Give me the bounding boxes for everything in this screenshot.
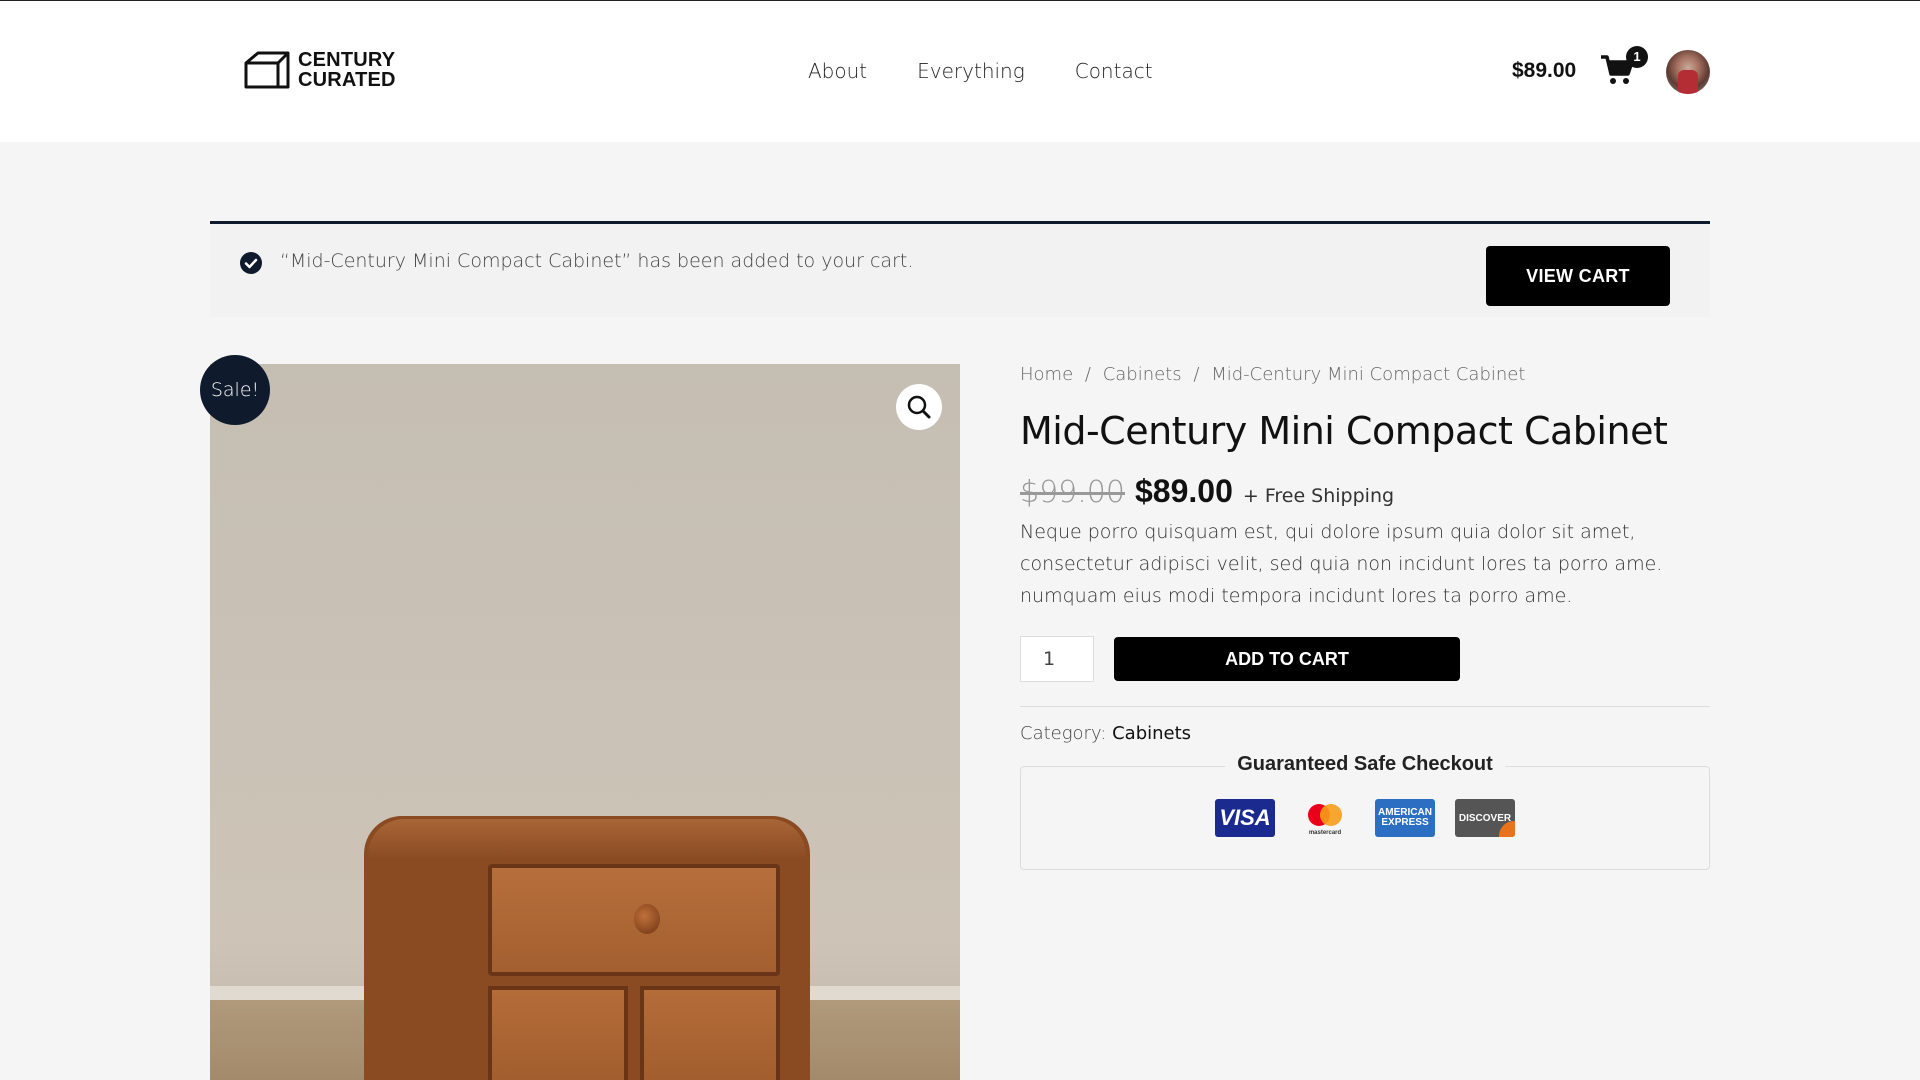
logo-line-1: CENTURY (298, 49, 396, 71)
mastercard-icon: mastercard (1295, 799, 1355, 837)
add-to-cart-form: ADD TO CART (1020, 636, 1710, 682)
safe-checkout-title: Guaranteed Safe Checkout (1225, 753, 1505, 776)
sale-price: $89.00 (1134, 473, 1233, 509)
nav-contact[interactable]: Contact (1075, 59, 1153, 83)
breadcrumb-separator: / (1084, 364, 1091, 385)
price-row: $99.00 $89.00 + Free Shipping (1020, 473, 1710, 510)
divider (1020, 706, 1710, 707)
product-gallery[interactable] (210, 364, 960, 1080)
user-avatar[interactable] (1666, 50, 1710, 94)
amex-icon: AMERICAN EXPRESS (1375, 799, 1435, 837)
product-summary: Home / Cabinets / Mid-Century Mini Compa… (1020, 364, 1710, 870)
breadcrumb-cabinets[interactable]: Cabinets (1103, 364, 1182, 385)
breadcrumb: Home / Cabinets / Mid-Century Mini Compa… (1020, 364, 1710, 385)
product-category: Category: Cabinets (1020, 723, 1710, 744)
breadcrumb-separator: / (1193, 364, 1200, 385)
visa-icon: VISA (1215, 799, 1275, 837)
cart-total[interactable]: $89.00 (1512, 59, 1576, 83)
category-link[interactable]: Cabinets (1112, 723, 1191, 744)
cabinet-door-right (640, 986, 780, 1080)
cart-count-badge: 1 (1626, 46, 1648, 68)
discover-icon: DISCOVER (1455, 799, 1515, 837)
added-to-cart-notice: “Mid-Century Mini Compact Cabinet” has b… (210, 221, 1710, 317)
product-description: Neque porro quisquam est, qui dolore ips… (1020, 521, 1663, 607)
logo-text: CENTURY CURATED (298, 50, 396, 90)
box-logo-icon (244, 51, 290, 89)
notice-message: “Mid-Century Mini Compact Cabinet” has b… (280, 250, 914, 272)
breadcrumb-current: Mid-Century Mini Compact Cabinet (1211, 364, 1526, 385)
site-logo[interactable]: CENTURY CURATED (244, 50, 396, 90)
nav-everything[interactable]: Everything (917, 59, 1025, 83)
view-cart-button[interactable]: VIEW CART (1486, 246, 1670, 306)
safe-checkout-box: Guaranteed Safe Checkout VISA mastercard… (1020, 753, 1710, 870)
logo-line-2: CURATED (298, 69, 396, 91)
magnifier-icon (907, 395, 931, 419)
cabinet-door-left (488, 986, 628, 1080)
sale-badge: Sale! (200, 355, 270, 425)
cabinet-knob (634, 904, 660, 934)
category-label: Category: (1020, 723, 1107, 744)
mastercard-label: mastercard (1309, 830, 1342, 836)
breadcrumb-home[interactable]: Home (1020, 364, 1073, 385)
add-to-cart-button[interactable]: ADD TO CART (1114, 637, 1460, 681)
quantity-input[interactable] (1020, 636, 1094, 682)
shipping-note: + Free Shipping (1242, 485, 1395, 507)
main-nav: About Everything Contact (808, 59, 1153, 83)
cabinet-lid (368, 819, 806, 859)
nav-about[interactable]: About (808, 59, 867, 83)
site-header: CENTURY CURATED About Everything Contact… (0, 0, 1920, 142)
payment-cards: VISA mastercard AMERICAN EXPRESS DISCOVE… (1215, 799, 1515, 837)
zoom-button[interactable] (896, 384, 942, 430)
original-price: $99.00 (1020, 475, 1125, 510)
check-circle-icon (240, 252, 262, 274)
product-title: Mid-Century Mini Compact Cabinet (1020, 409, 1668, 453)
